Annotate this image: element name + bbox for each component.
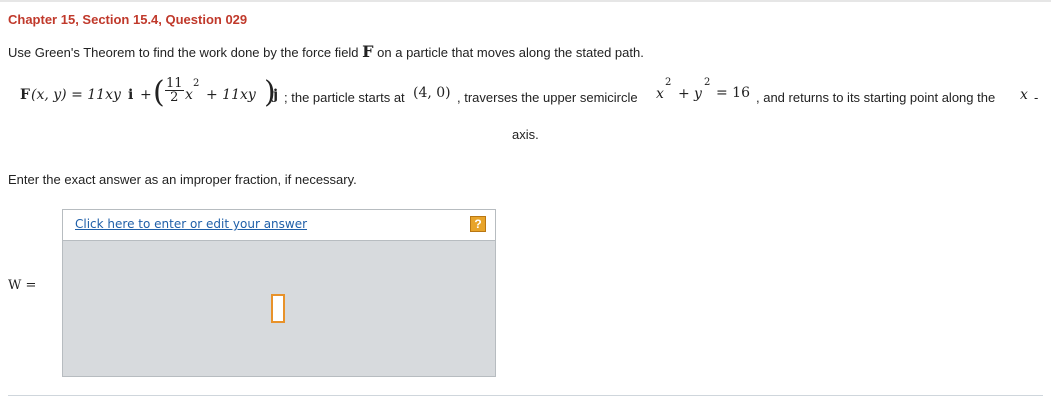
- force-F: F: [20, 87, 30, 103]
- fraction: 11 2: [165, 77, 184, 104]
- top-divider: [0, 0, 1051, 2]
- answer-panel: Click here to enter or edit your answer …: [62, 209, 496, 377]
- circle-y: y: [694, 86, 702, 102]
- circle-x-exp: 2: [665, 77, 672, 88]
- fraction-numerator: 11: [165, 76, 184, 91]
- start-text: ; the particle starts at: [284, 90, 405, 105]
- edit-answer-link[interactable]: Click here to enter or edit your answer: [75, 217, 307, 231]
- return-text: , and returns to its starting point alon…: [756, 90, 996, 105]
- force-args: (x, y) = 11xy: [31, 87, 121, 103]
- answer-panel-header: Click here to enter or edit your answer …: [63, 210, 495, 241]
- axis-variable: x: [1020, 87, 1028, 103]
- circle-plus: +: [678, 86, 690, 102]
- circle-x: x: [656, 86, 664, 102]
- force-field-symbol: F: [362, 42, 374, 61]
- axis-word: axis.: [512, 127, 539, 142]
- exponent: 2: [193, 78, 200, 89]
- answer-input-placeholder[interactable]: [271, 294, 285, 323]
- circle-y-exp: 2: [704, 77, 711, 88]
- unit-j: j: [273, 87, 279, 103]
- unit-i: i: [128, 87, 134, 103]
- left-paren: (: [153, 75, 165, 110]
- plus-sign: +: [140, 87, 152, 103]
- fraction-denominator: 2: [170, 90, 179, 105]
- x-variable: x: [185, 87, 193, 103]
- help-icon[interactable]: ?: [470, 216, 486, 232]
- w-label: W =: [8, 278, 37, 293]
- problem-statement: F (x, y) = 11xy i + ( 11 2 x 2 + 11xy ) …: [20, 74, 1051, 118]
- question-heading: Chapter 15, Section 15.4, Question 029: [8, 12, 248, 27]
- start-point: (4, 0): [413, 85, 451, 101]
- answer-format-note: Enter the exact answer as an improper fr…: [8, 172, 357, 187]
- bottom-divider: [8, 395, 1043, 396]
- instruction-text: Use Green's Theorem to find the work don…: [8, 42, 644, 61]
- semicircle-text: , traverses the upper semicircle: [457, 90, 638, 105]
- instruction-after: on a particle that moves along the state…: [377, 45, 644, 60]
- circle-rhs: = 16: [716, 85, 750, 101]
- axis-dash: -: [1034, 90, 1039, 105]
- plus-term: + 11xy: [206, 87, 256, 103]
- instruction-before: Use Green's Theorem to find the work don…: [8, 45, 359, 60]
